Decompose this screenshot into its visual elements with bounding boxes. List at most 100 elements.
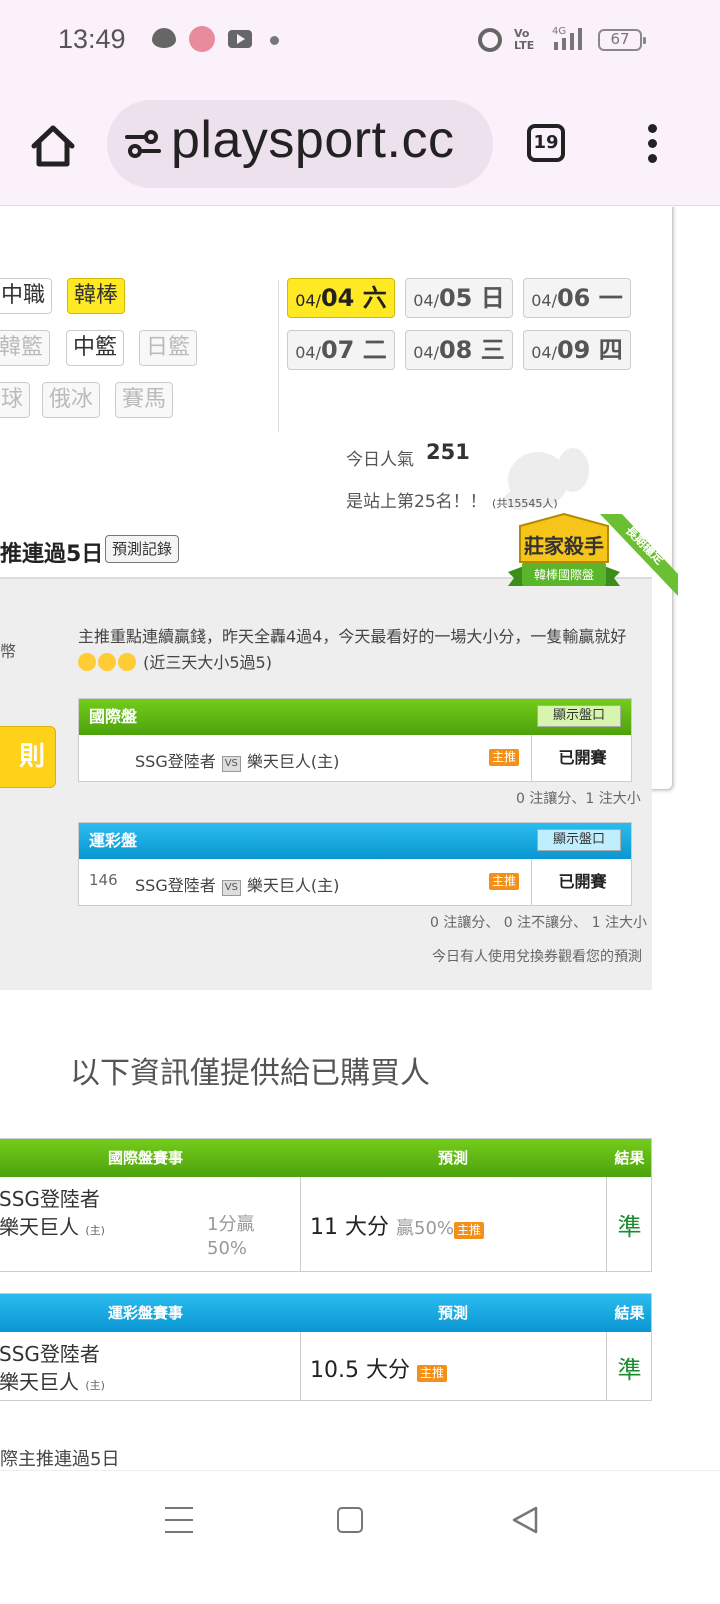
badge-main: 莊家殺手: [524, 534, 604, 558]
date-chip-0405[interactable]: 04/05 日: [405, 278, 513, 318]
date-chip-0407[interactable]: 04/07 二: [287, 330, 395, 370]
win-rate: 贏50%: [396, 1218, 455, 1239]
popularity-label: 今日人氣: [346, 450, 414, 470]
match-status: 已開賽: [531, 859, 633, 905]
col-prediction: 預測: [437, 1149, 468, 1167]
recent-apps-icon[interactable]: [165, 1507, 193, 1535]
sports-match-row: 146 SSG登陸者 VS 樂天巨人(主) 主推 已開賽: [79, 859, 631, 905]
star-eyes-emoji-icon: [78, 653, 96, 671]
popularity-value: 251: [426, 440, 470, 464]
prediction-record-button[interactable]: 預測記錄: [105, 535, 180, 563]
col-result: 結果: [614, 1149, 645, 1167]
status-time: 13:49: [58, 24, 126, 54]
intl-show-odds-button[interactable]: 顯示盤口: [537, 705, 621, 727]
date-day: 06 一: [556, 284, 623, 312]
league-chip-cpbl[interactable]: 中職: [0, 278, 53, 314]
intl-odds-header: 國際盤 顯示盤口: [79, 699, 631, 735]
handicap-line: 1分贏: [207, 1214, 255, 1235]
league-chip-bleague[interactable]: 日籃: [139, 330, 198, 366]
signal-icon: 4G: [552, 26, 582, 50]
description-tail: (近三天大小5過5): [143, 653, 272, 672]
star-eyes-emoji-icon: [118, 653, 136, 671]
prediction-description: 主推重點連續贏錢，昨天全轟4過4，今天最看好的一場大小分，一隻輸贏就好 (近三天…: [78, 624, 638, 676]
banker-killer-badge: 韓棒國際盤 莊家殺手 長期穩定: [508, 512, 678, 596]
match-teams: SSG登陸者 VS 樂天巨人(主): [135, 748, 339, 772]
date-month: 04/: [295, 291, 321, 310]
match-status: 已開賽: [531, 735, 633, 781]
web-page: 中職 韓棒 韓籃 中籃 日籃 球 俄冰 賽馬 04/04 六 04/05 日 0…: [0, 207, 720, 1470]
league-chip-ball[interactable]: 球: [0, 382, 31, 418]
league-chip-kbo[interactable]: 韓棒: [67, 278, 126, 314]
description-text: 主推重點連續贏錢，昨天全轟4過4，今天最看好的一場大小分，一隻輸贏就好: [78, 627, 627, 646]
app-avatar-icon: [189, 26, 215, 52]
intl-result-table: 國際盤賽事 預測 結果 SSG登陸者 樂天巨人 (主) 1分贏 50% 11 大分…: [0, 1138, 652, 1272]
league-chip-khl[interactable]: 俄冰: [42, 382, 101, 418]
network-label: 4G: [552, 26, 566, 37]
col-match: 運彩盤賽事: [107, 1304, 183, 1322]
vs-icon: VS: [221, 880, 241, 896]
alarm-icon: [478, 28, 502, 52]
away-team: SSG登陸者: [135, 876, 216, 895]
away-team: SSG登陸者: [135, 752, 216, 771]
date-day: 04 六: [320, 284, 387, 312]
rules-button[interactable]: 則: [0, 726, 56, 788]
star-eyes-emoji-icon: [98, 653, 116, 671]
league-chip-sbl[interactable]: 中籃: [66, 330, 125, 366]
home-mark: (主): [85, 1224, 105, 1237]
home-team-line: 樂天巨人 (主): [0, 1211, 105, 1240]
address-bar[interactable]: playsport.cc: [107, 100, 493, 188]
home-icon[interactable]: [30, 124, 76, 168]
sports-result-table: 運彩盤賽事 預測 結果 SSG登陸者 樂天巨人 (主) 10.5 大分 主推 準: [0, 1293, 652, 1401]
main-pick-tag: 主推: [416, 1365, 447, 1382]
intl-odds-title: 國際盤: [89, 707, 138, 726]
date-chip-0409[interactable]: 04/09 四: [523, 330, 631, 370]
date-chip-0408[interactable]: 04/08 三: [405, 330, 513, 370]
browser-toolbar: playsport.cc 19: [0, 84, 720, 206]
notification-dot-icon: [270, 36, 279, 45]
date-month: 04/: [413, 343, 439, 362]
away-team: SSG登陸者: [0, 1187, 100, 1211]
home-team-line: 樂天巨人 (主): [0, 1366, 105, 1395]
badge-sub: 韓棒國際盤: [534, 568, 594, 582]
home-nav-icon[interactable]: [337, 1507, 363, 1533]
result-value: 準: [617, 1356, 642, 1384]
away-team: SSG登陸者: [0, 1342, 100, 1366]
intl-bet-counts: 0 注讓分、1 注大小: [516, 791, 641, 807]
sports-lottery-table: 運彩盤 顯示盤口 146 SSG登陸者 VS 樂天巨人(主) 主推 已開賽: [78, 822, 632, 906]
date-chip-0406[interactable]: 04/06 一: [523, 278, 631, 318]
handicap-rate: 50%: [207, 1238, 248, 1259]
overflow-menu-icon[interactable]: [646, 124, 658, 166]
sports-lottery-header: 運彩盤 顯示盤口: [79, 823, 631, 859]
main-pick-tag: 主推: [489, 749, 520, 766]
rank-total: (共15545人): [492, 497, 558, 510]
tab-switcher-button[interactable]: 19: [527, 124, 565, 162]
handicap: 1分贏 50%: [207, 1213, 254, 1261]
col-match: 國際盤賽事: [107, 1149, 183, 1167]
battery-icon: 67: [598, 29, 646, 51]
streak-title: 推連過5日: [0, 542, 104, 567]
league-chip-kbl[interactable]: 韓籃: [0, 330, 51, 366]
intl-result-header: 國際盤賽事 預測 結果: [0, 1139, 651, 1177]
chat-bubble-icon: [152, 28, 176, 48]
rank-text: 是站上第25名！！: [346, 492, 487, 512]
home-team: 樂天巨人(主): [246, 752, 340, 771]
date-month: 04/: [531, 291, 557, 310]
home-team: 樂天巨人: [0, 1370, 79, 1394]
league-chip-horse[interactable]: 賽馬: [115, 382, 174, 418]
prediction-value: 11 大分 贏50% 主推: [310, 1209, 485, 1241]
sports-result-row: SSG登陸者 樂天巨人 (主) 10.5 大分 主推 準: [0, 1332, 651, 1400]
date-month: 04/: [295, 343, 321, 362]
site-settings-icon[interactable]: [125, 128, 161, 160]
prediction-text: 11 大分: [310, 1215, 389, 1240]
sports-result-header: 運彩盤賽事 預測 結果: [0, 1294, 651, 1332]
streak-footer-note: 際主推連過5日: [0, 1449, 120, 1470]
back-icon[interactable]: [510, 1505, 540, 1535]
voucher-notice: 今日有人使用兌換券觀看您的預測: [432, 949, 642, 965]
sports-show-odds-button[interactable]: 顯示盤口: [537, 829, 621, 851]
date-chip-0404[interactable]: 04/04 六: [287, 278, 395, 318]
buyers-only-heading: 以下資訊僅提供給已購買人: [70, 1056, 430, 1091]
youtube-icon: [228, 30, 252, 48]
divider: [278, 280, 279, 432]
date-day: 07 二: [320, 336, 387, 364]
main-pick-tag: 主推: [454, 1222, 485, 1239]
